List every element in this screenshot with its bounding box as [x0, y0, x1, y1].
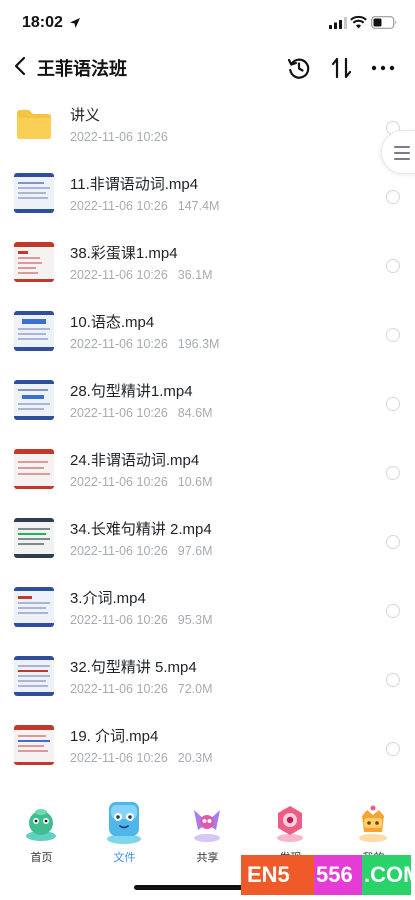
- video-thumbnail: [14, 380, 54, 420]
- back-chevron-icon[interactable]: [10, 54, 32, 78]
- more-icon[interactable]: [369, 55, 397, 81]
- list-item[interactable]: 讲义 2022-11-06 10:26: [0, 90, 415, 159]
- side-menu-handle[interactable]: [381, 130, 415, 174]
- file-meta: 2022-11-06 10:26 10.6M: [70, 475, 213, 489]
- select-radio[interactable]: [386, 328, 400, 342]
- file-date: 2022-11-06 10:26: [70, 199, 168, 213]
- sort-icon[interactable]: [329, 55, 355, 81]
- file-name: 34.长难句精讲 2.mp4: [70, 521, 212, 538]
- tab-label: 文件: [113, 852, 136, 864]
- select-radio[interactable]: [386, 604, 400, 618]
- file-name: 3.介词.mp4: [70, 590, 146, 607]
- file-size: 196.3M: [177, 337, 220, 351]
- file-meta: 2022-11-06 10:26 20.3M: [70, 751, 213, 765]
- menu-icon: [394, 146, 410, 160]
- file-meta: 2022-11-06 10:26 95.3M: [70, 613, 213, 627]
- file-name: 10.语态.mp4: [70, 314, 155, 331]
- file-date: 2022-11-06 10:26: [70, 406, 168, 420]
- location-arrow-icon: [70, 18, 80, 28]
- file-date: 2022-11-06 10:26: [70, 682, 168, 696]
- file-size: 97.6M: [177, 544, 213, 558]
- cellular-signal-icon: [329, 17, 347, 29]
- file-date: 2022-11-06 10:26: [70, 268, 168, 282]
- file-name: 32.句型精讲 5.mp4: [70, 659, 197, 676]
- file-size: 84.6M: [177, 406, 213, 420]
- battery-icon: [371, 16, 396, 29]
- file-meta: 2022-11-06 10:26: [70, 130, 168, 144]
- file-size: 20.3M: [177, 751, 213, 765]
- select-radio[interactable]: [386, 742, 400, 756]
- file-name: 讲义: [70, 107, 101, 124]
- file-date: 2022-11-06 10:26: [70, 613, 168, 627]
- select-radio[interactable]: [386, 535, 400, 549]
- select-radio[interactable]: [386, 673, 400, 687]
- file-name: 38.彩蛋课1.mp4: [70, 245, 178, 262]
- watermark: EN5 556 .COM: [241, 855, 415, 895]
- file-date: 2022-11-06 10:26: [70, 130, 168, 144]
- file-meta: 2022-11-06 10:26 72.0M: [70, 682, 213, 696]
- files-icon: [107, 802, 141, 844]
- list-item[interactable]: 10.语态.mp4 2022-11-06 10:26 196.3M: [0, 297, 415, 366]
- status-bar: 18:02: [0, 0, 415, 46]
- folder-icon: [17, 110, 51, 139]
- status-time: 18:02: [22, 14, 63, 31]
- watermark-part: EN5: [241, 855, 314, 895]
- file-size: 10.6M: [177, 475, 213, 489]
- file-name: 11.非谓语动词.mp4: [70, 176, 199, 193]
- file-meta: 2022-11-06 10:26 196.3M: [70, 337, 219, 351]
- file-meta: 2022-11-06 10:26 84.6M: [70, 406, 213, 420]
- tab-files[interactable]: 文件: [83, 790, 166, 870]
- file-name: 24.非谓语动词.mp4: [70, 452, 200, 469]
- video-thumbnail: [14, 587, 54, 627]
- video-thumbnail: [14, 173, 54, 213]
- list-item[interactable]: 38.彩蛋课1.mp4 2022-11-06 10:26 36.1M: [0, 228, 415, 297]
- file-size: 72.0M: [177, 682, 213, 696]
- discover-icon: [277, 806, 303, 842]
- select-radio[interactable]: [386, 259, 400, 273]
- history-icon[interactable]: [286, 55, 312, 81]
- wifi-icon: [350, 15, 367, 29]
- nav-bar: 王菲语法班: [0, 46, 415, 90]
- video-thumbnail: [14, 656, 54, 696]
- file-size: 95.3M: [177, 613, 213, 627]
- tab-share[interactable]: 共享: [166, 790, 249, 870]
- video-thumbnail: [14, 518, 54, 558]
- tab-label: 首页: [30, 852, 53, 864]
- list-item[interactable]: 19. 介词.mp4 2022-11-06 10:26 20.3M: [0, 711, 415, 780]
- video-thumbnail: [14, 449, 54, 489]
- list-item[interactable]: 24.非谓语动词.mp4 2022-11-06 10:26 10.6M: [0, 435, 415, 504]
- select-radio[interactable]: [386, 397, 400, 411]
- file-date: 2022-11-06 10:26: [70, 544, 168, 558]
- file-meta: 2022-11-06 10:26 97.6M: [70, 544, 213, 558]
- list-item[interactable]: 34.长难句精讲 2.mp4 2022-11-06 10:26 97.6M: [0, 504, 415, 573]
- video-thumbnail: [14, 242, 54, 282]
- file-list[interactable]: 讲义 2022-11-06 10:26 11.非谓语动词.mp4 2022-11…: [0, 90, 415, 780]
- file-meta: 2022-11-06 10:26 36.1M: [70, 268, 213, 282]
- home-icon: [26, 809, 56, 841]
- tab-label: 共享: [196, 852, 219, 864]
- list-item[interactable]: 32.句型精讲 5.mp4 2022-11-06 10:26 72.0M: [0, 642, 415, 711]
- file-size: 147.4M: [177, 199, 220, 213]
- file-size: 36.1M: [177, 268, 213, 282]
- file-date: 2022-11-06 10:26: [70, 475, 168, 489]
- watermark-part: 556: [314, 855, 362, 895]
- select-radio[interactable]: [386, 190, 400, 204]
- share-icon: [194, 810, 220, 842]
- tab-home[interactable]: 首页: [0, 790, 83, 870]
- watermark-part: .COM: [362, 855, 415, 895]
- page-title: 王菲语法班: [37, 59, 127, 79]
- list-item[interactable]: 28.句型精讲1.mp4 2022-11-06 10:26 84.6M: [0, 366, 415, 435]
- select-radio[interactable]: [386, 466, 400, 480]
- file-meta: 2022-11-06 10:26 147.4M: [70, 199, 219, 213]
- list-item[interactable]: 3.介词.mp4 2022-11-06 10:26 95.3M: [0, 573, 415, 642]
- file-date: 2022-11-06 10:26: [70, 337, 168, 351]
- profile-icon: [359, 805, 387, 842]
- file-date: 2022-11-06 10:26: [70, 751, 168, 765]
- video-thumbnail: [14, 725, 54, 765]
- file-name: 19. 介词.mp4: [70, 728, 159, 745]
- list-item[interactable]: 11.非谓语动词.mp4 2022-11-06 10:26 147.4M: [0, 159, 415, 228]
- video-thumbnail: [14, 311, 54, 351]
- file-name: 28.句型精讲1.mp4: [70, 383, 193, 400]
